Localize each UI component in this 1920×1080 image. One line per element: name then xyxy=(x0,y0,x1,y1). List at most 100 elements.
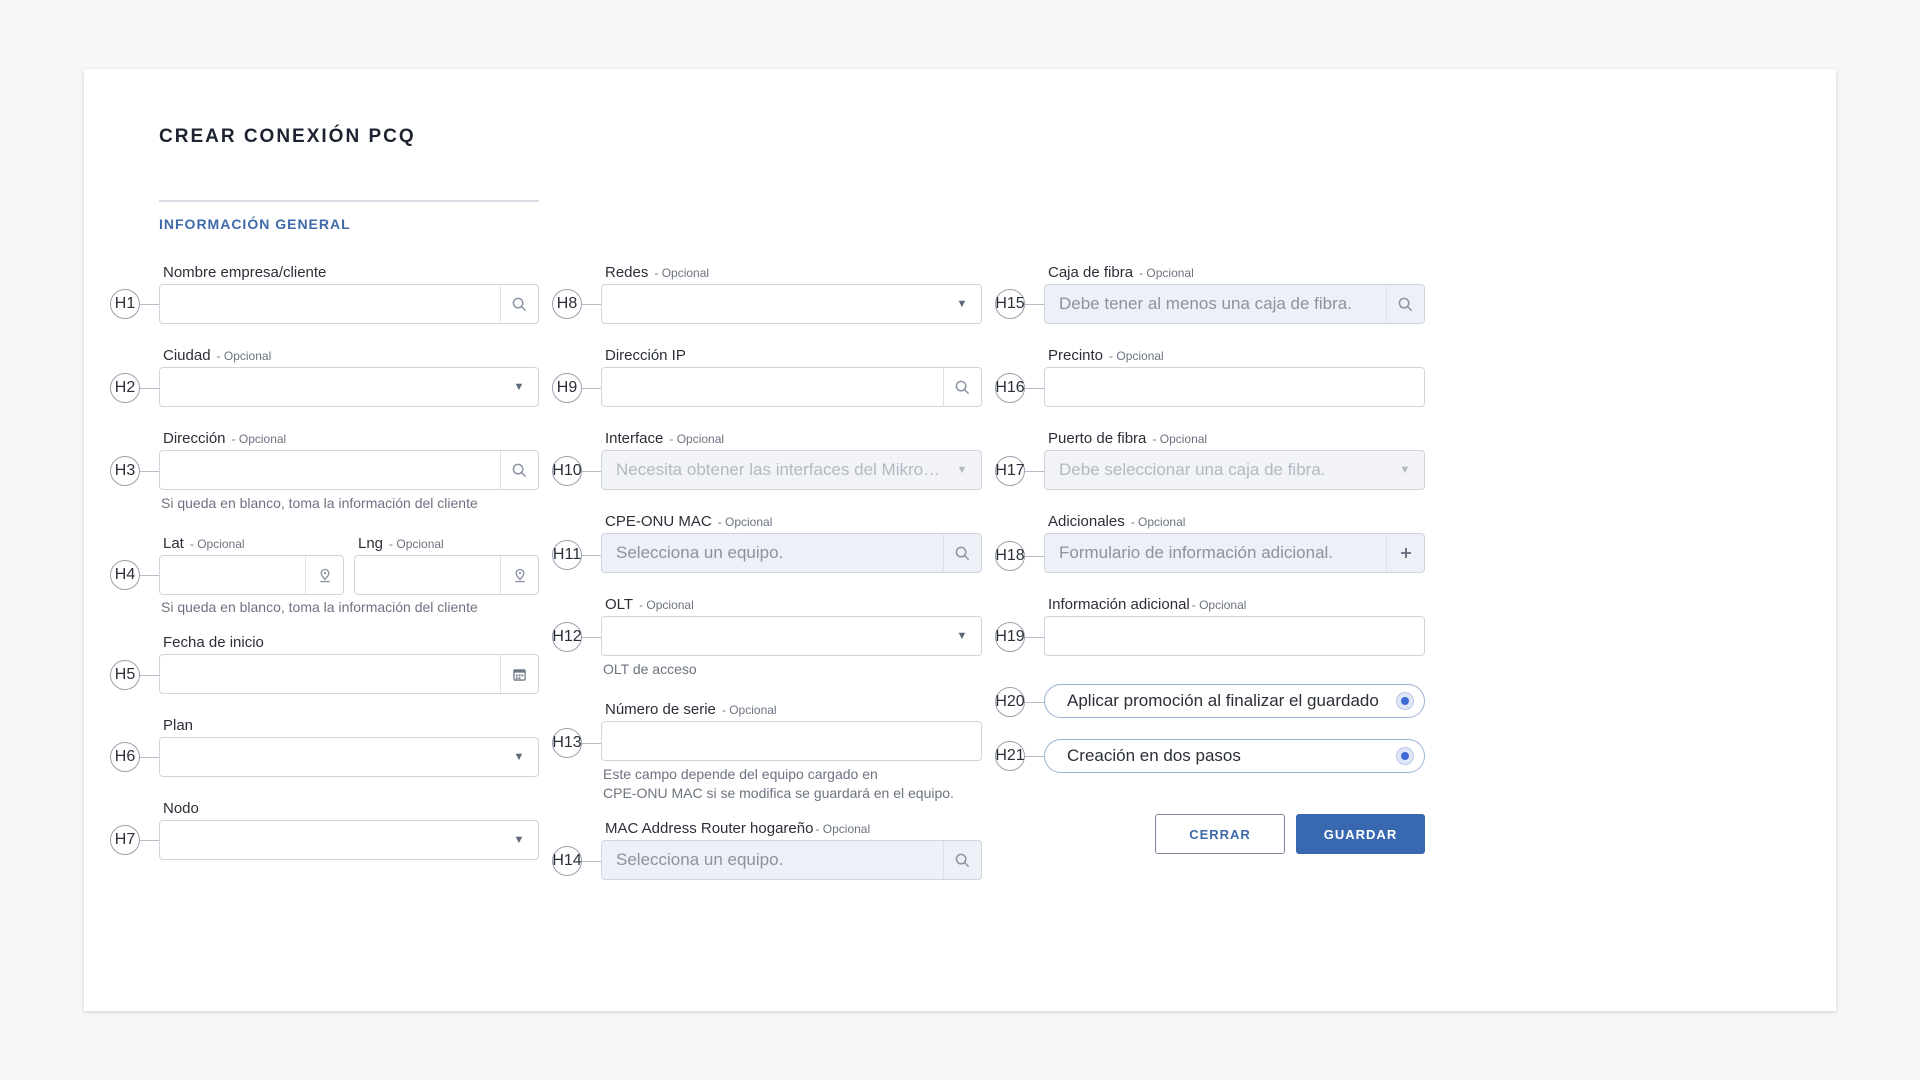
search-icon[interactable] xyxy=(943,368,981,406)
marker-connector xyxy=(1025,471,1044,472)
optional-tag: - Opcional xyxy=(815,822,871,836)
map-pin-icon[interactable] xyxy=(500,556,538,594)
marker-connector xyxy=(140,388,159,389)
marker-h18: H18 xyxy=(995,541,1025,571)
toggle-on-indicator[interactable] xyxy=(1396,692,1414,710)
marker-h5: H5 xyxy=(110,660,140,690)
optional-tag: - Opcional xyxy=(1139,266,1194,280)
search-icon[interactable] xyxy=(500,451,538,489)
caja-label: Caja de fibra xyxy=(1048,264,1134,281)
marker-connector xyxy=(1025,756,1044,757)
marker-h13: H13 xyxy=(552,728,582,758)
ciudad-select[interactable]: ▼ xyxy=(159,367,539,407)
marker-h4: H4 xyxy=(110,560,140,590)
marker-h10: H10 xyxy=(552,456,582,486)
adicionales-placeholder: Formulario de información adicional. xyxy=(1059,543,1334,562)
chevron-down-icon[interactable]: ▼ xyxy=(1386,451,1424,489)
interface-label: Interface xyxy=(605,430,664,447)
marker-connector xyxy=(1025,556,1044,557)
serie-label: Número de serie xyxy=(605,701,716,718)
precinto-input[interactable] xyxy=(1044,367,1425,407)
optional-tag: - Opcional xyxy=(639,598,694,612)
puerto-label: Puerto de fibra xyxy=(1048,430,1147,447)
toggle-on-indicator[interactable] xyxy=(1396,747,1414,765)
direccion-input[interactable] xyxy=(159,450,539,490)
adicionales-input[interactable]: Formulario de información adicional. xyxy=(1044,533,1425,573)
calendar-icon[interactable] xyxy=(500,655,538,693)
cpe-label: CPE-ONU MAC xyxy=(605,513,712,530)
puerto-placeholder: Debe seleccionar una caja de fibra. xyxy=(1059,460,1326,479)
search-icon[interactable] xyxy=(500,285,538,323)
search-icon[interactable] xyxy=(1386,285,1424,323)
lat-input[interactable] xyxy=(159,555,344,595)
puerto-select[interactable]: Debe seleccionar una caja de fibra. ▼ xyxy=(1044,450,1425,490)
chevron-down-icon[interactable]: ▼ xyxy=(943,617,981,655)
optional-tag: - Opcional xyxy=(1130,515,1186,529)
marker-connector xyxy=(1025,702,1044,703)
optional-tag: - Opcional xyxy=(389,537,444,551)
nodo-select[interactable]: ▼ xyxy=(159,820,539,860)
dos-pasos-toggle[interactable]: Creación en dos pasos xyxy=(1044,739,1425,773)
mac-router-input[interactable]: Selecciona un equipo. xyxy=(601,840,982,880)
mac-router-placeholder: Selecciona un equipo. xyxy=(616,850,784,869)
info-adicional-input[interactable] xyxy=(1044,616,1425,656)
latlng-help: Si queda en blanco, toma la información … xyxy=(161,599,478,615)
chevron-down-icon[interactable]: ▼ xyxy=(500,821,538,859)
caja-placeholder: Debe tener al menos una caja de fibra. xyxy=(1059,294,1352,313)
marker-h12: H12 xyxy=(552,622,582,652)
search-icon[interactable] xyxy=(943,841,981,879)
cpe-input[interactable]: Selecciona un equipo. xyxy=(601,533,982,573)
serie-help-line2: CPE-ONU MAC si se modifica se guardará e… xyxy=(603,785,954,801)
marker-h16: H16 xyxy=(995,373,1025,403)
optional-tag: - Opcional xyxy=(1152,432,1208,446)
marker-connector xyxy=(582,743,601,744)
marker-connector xyxy=(1025,388,1044,389)
ip-label: Dirección IP xyxy=(605,347,686,364)
dos-pasos-label: Creación en dos pasos xyxy=(1067,746,1241,765)
redes-label: Redes xyxy=(605,264,649,281)
redes-select[interactable]: ▼ xyxy=(601,284,982,324)
interface-select[interactable]: Necesita obtener las interfaces del Mikr… xyxy=(601,450,982,490)
promocion-toggle[interactable]: Aplicar promoción al finalizar el guarda… xyxy=(1044,684,1425,718)
ip-input[interactable] xyxy=(601,367,982,407)
serie-input[interactable] xyxy=(601,721,982,761)
fecha-input[interactable] xyxy=(159,654,539,694)
marker-h21: H21 xyxy=(995,741,1025,771)
plan-select[interactable]: ▼ xyxy=(159,737,539,777)
optional-tag: - Opcional xyxy=(216,349,272,363)
plan-label: Plan xyxy=(163,717,194,734)
info-adicional-label: Información adicional xyxy=(1048,596,1190,613)
cpe-placeholder: Selecciona un equipo. xyxy=(616,543,784,562)
caja-input[interactable]: Debe tener al menos una caja de fibra. xyxy=(1044,284,1425,324)
guardar-button[interactable]: GUARDAR xyxy=(1296,814,1425,854)
plus-icon[interactable] xyxy=(1386,534,1424,572)
marker-h11: H11 xyxy=(552,540,582,570)
marker-connector xyxy=(140,675,159,676)
nombre-input[interactable] xyxy=(159,284,539,324)
precinto-label: Precinto xyxy=(1048,347,1104,364)
marker-h14: H14 xyxy=(552,846,582,876)
cerrar-button[interactable]: CERRAR xyxy=(1155,814,1285,854)
marker-connector xyxy=(582,555,601,556)
search-icon[interactable] xyxy=(943,534,981,572)
chevron-down-icon[interactable]: ▼ xyxy=(500,738,538,776)
marker-h7: H7 xyxy=(110,825,140,855)
optional-tag: - Opcional xyxy=(669,432,725,446)
chevron-down-icon[interactable]: ▼ xyxy=(943,451,981,489)
lat-label: Lat xyxy=(163,535,184,552)
lng-input[interactable] xyxy=(354,555,539,595)
olt-help: OLT de acceso xyxy=(603,661,697,677)
chevron-down-icon[interactable]: ▼ xyxy=(943,285,981,323)
marker-connector xyxy=(582,388,601,389)
map-pin-icon[interactable] xyxy=(305,556,343,594)
fecha-label: Fecha de inicio xyxy=(163,634,264,651)
nombre-label: Nombre empresa/cliente xyxy=(163,264,327,281)
chevron-down-icon[interactable]: ▼ xyxy=(500,368,538,406)
optional-tag: - Opcional xyxy=(654,266,710,280)
marker-h6: H6 xyxy=(110,742,140,772)
marker-h1: H1 xyxy=(110,289,140,319)
optional-tag: - Opcional xyxy=(1109,349,1164,363)
olt-select[interactable]: ▼ xyxy=(601,616,982,656)
optional-tag: - Opcional xyxy=(721,703,777,717)
marker-connector xyxy=(140,575,159,576)
